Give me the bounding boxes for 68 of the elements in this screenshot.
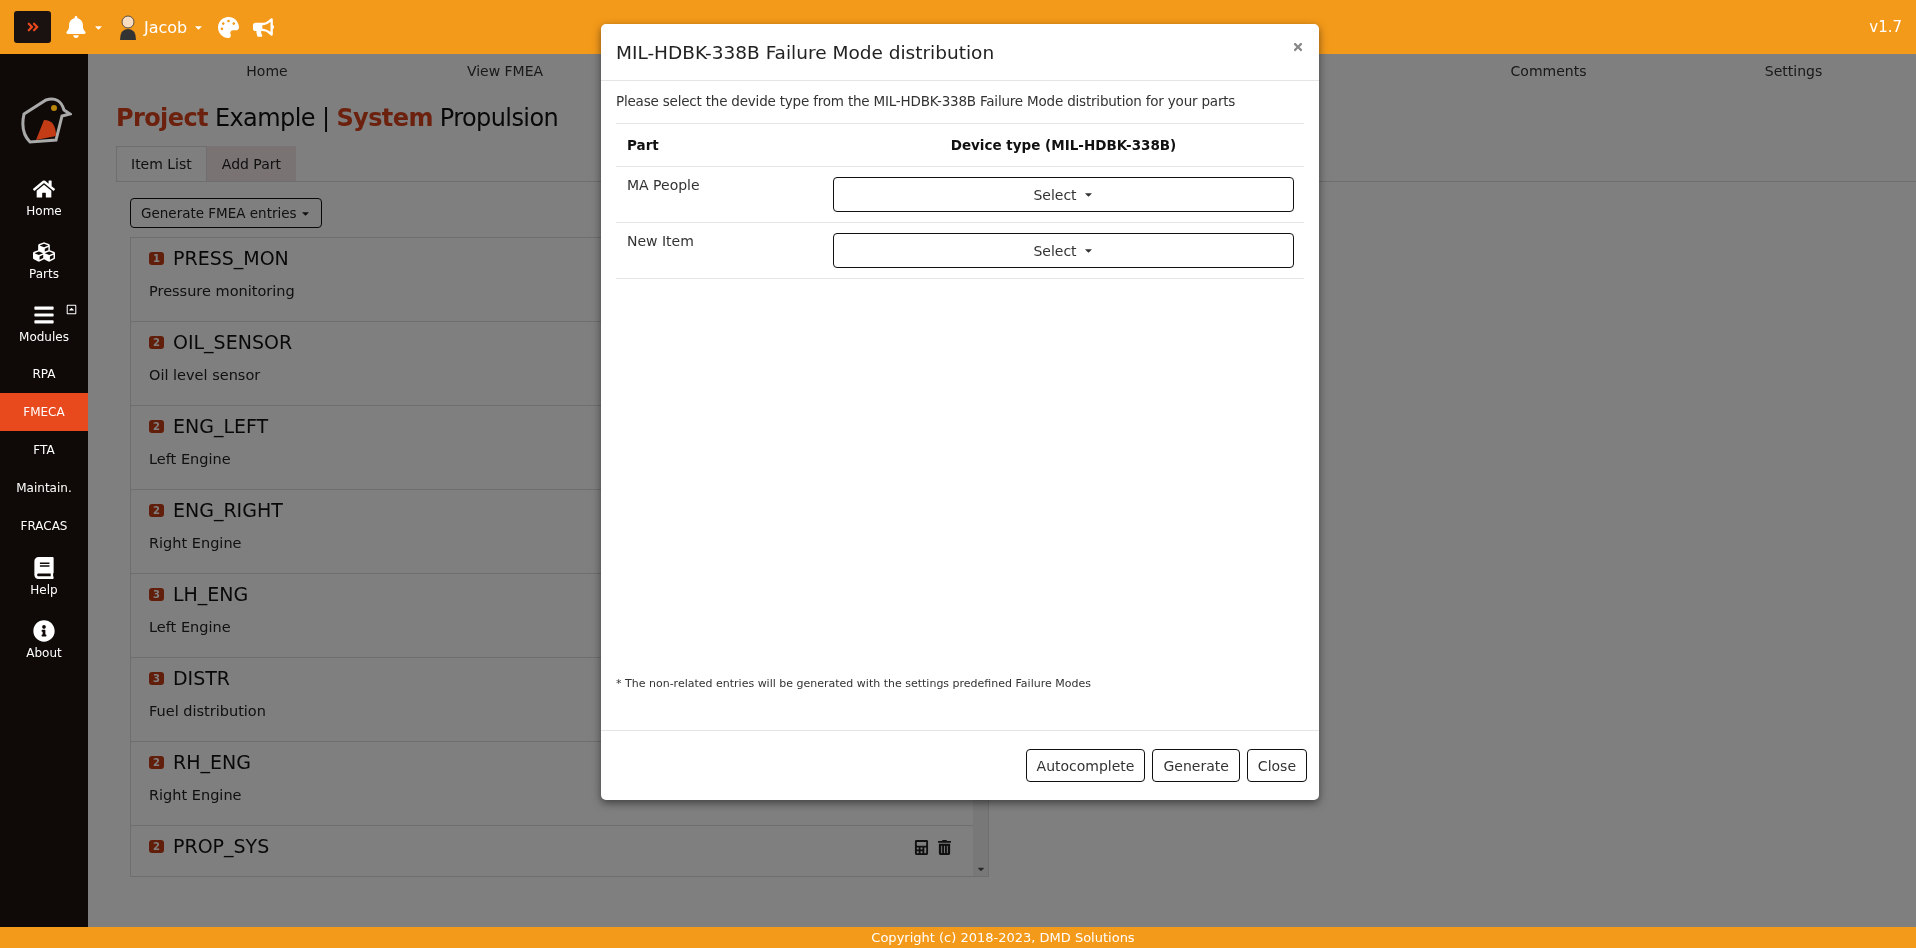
level-badge: 2 [149,755,164,769]
item-code: OIL_SENSOR [172,331,293,353]
nav-link[interactable]: Home [148,63,386,79]
dialog-title: MIL-HDBK-338B Failure Mode distribution [616,41,995,63]
double-chevron-icon [25,20,40,34]
device-type-select[interactable]: Select [833,177,1294,212]
version-label: v1.7 [1869,18,1902,36]
item-code: LH_ENG [172,583,249,605]
item-description: Right Engine [149,787,243,803]
avatar-icon [118,14,138,40]
item-description: Left Engine [149,619,232,635]
sidebar-item[interactable]: Home [0,166,88,229]
item-code: RH_ENG [172,751,251,773]
nav-link[interactable]: Comments [1426,63,1671,79]
column-header: Part [627,136,660,155]
announcements-button[interactable] [253,16,275,38]
home-icon [33,177,55,200]
footnote: * The non-related entries will be generated with the settings predefined Failure Modes [616,677,1092,690]
item-code: PROP_SYS [172,835,270,857]
item-code: DISTR [172,667,231,689]
item-description: Left Engine [149,451,232,467]
item-code: PRESS_MON [172,247,289,269]
item-description: Oil level sensor [149,367,262,383]
info-icon [33,619,55,642]
close-icon[interactable] [1292,41,1304,53]
copyright-text: Copyright (c) 2018-2023, DMD Solutions [0,927,1916,948]
palette-button[interactable] [218,16,240,38]
collapse-icon[interactable] [66,304,77,315]
nav-link[interactable]: Settings [1671,63,1916,79]
sidebar-item[interactable]: FMECA [0,393,88,431]
dialog-button[interactable]: Autocomplete [1025,749,1146,782]
level-badge: 2 [149,839,164,853]
level-badge: 3 [149,587,164,601]
part-name: MA People [627,177,701,195]
item-description: Pressure monitoring [149,283,296,299]
sidebar-item[interactable]: About [0,608,88,671]
trash-icon[interactable] [937,840,952,855]
sidebar-item[interactable]: FTA [0,431,88,469]
sidebar-item[interactable]: RPA [0,355,88,393]
column-header: Device type (MIL-HDBK-338B) [949,136,1178,155]
sidebar-item[interactable]: Modules [0,292,88,355]
part-name: New Item [627,233,695,251]
level-badge: 2 [149,419,164,433]
device-type-select[interactable]: Select [833,233,1294,268]
sidebar-toggle-button[interactable] [14,11,51,43]
notifications-button[interactable] [65,16,104,38]
sidebar-item[interactable]: Help [0,545,88,608]
book-icon [33,556,55,579]
level-badge: 2 [149,335,164,349]
dialog-button[interactable]: Close [1246,749,1307,782]
item-code: ENG_RIGHT [172,499,283,521]
generate-dropdown-button[interactable]: Generate FMEA entries [130,198,322,228]
dialog-instructions: Please select the devide type from the MIL-HDBK-338B Failure Mode distribution for your parts [616,93,1237,109]
dialog-button[interactable]: Generate [1152,749,1240,782]
item-description: Right Engine [149,535,243,551]
item-description: Fuel distribution [149,703,267,719]
level-badge: 1 [149,251,164,265]
calculator-icon[interactable] [914,840,929,855]
cubes-icon [33,240,55,263]
sidebar-item[interactable]: FRACAS [0,507,88,545]
item-code: ENG_LEFT [172,415,269,437]
sidebar-item[interactable]: Parts [0,229,88,292]
tab[interactable]: Item List [116,146,207,181]
level-badge: 2 [149,503,164,517]
tab[interactable]: Add Part [206,146,296,181]
level-badge: 3 [149,671,164,685]
sidebar-item[interactable]: Maintain. [0,469,88,507]
page-heading: Project Example | System Propulsion [116,104,559,132]
